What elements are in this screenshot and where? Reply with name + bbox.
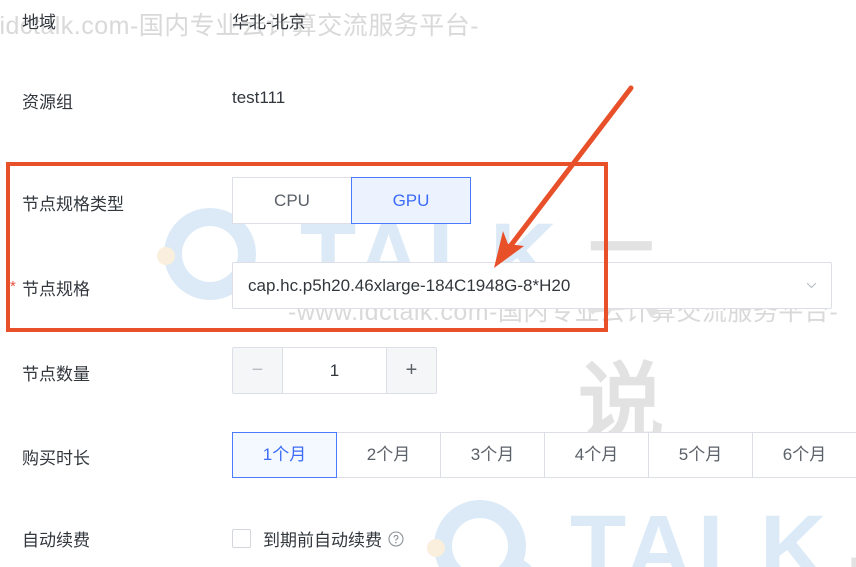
- region-label: 地域: [22, 13, 56, 32]
- node-spec-label: 节点规格: [22, 280, 90, 299]
- node-count-increment-button[interactable]: +: [386, 348, 436, 393]
- spec-type-segmented-control[interactable]: CPU GPU: [232, 177, 471, 224]
- duration-tab-6[interactable]: 6个月: [752, 432, 856, 478]
- spec-type-option-gpu[interactable]: GPU: [351, 177, 471, 224]
- form-row-node-spec: * 节点规格 cap.hc.p5h20.46xlarge-184C1948G-8…: [0, 262, 856, 310]
- node-spec-selected-value: cap.hc.p5h20.46xlarge-184C1948G-8*H20: [248, 276, 571, 295]
- form-row-region: 地域 华北-北京: [0, 0, 856, 48]
- watermark-logo-cn: 云说: [578, 231, 666, 452]
- duration-tab-5[interactable]: 5个月: [648, 432, 753, 478]
- resource-group-label: 资源组: [22, 93, 73, 112]
- auto-renew-label: 自动续费: [22, 531, 90, 550]
- node-spec-select[interactable]: cap.hc.p5h20.46xlarge-184C1948G-8*H20: [232, 262, 832, 309]
- question-circle-icon[interactable]: [388, 530, 404, 547]
- form-row-spec-type: 节点规格类型 CPU GPU: [0, 177, 856, 225]
- form-row-resource-group: 资源组 test111: [0, 80, 856, 128]
- node-count-stepper[interactable]: − 1 +: [232, 347, 437, 394]
- form-row-node-count: 节点数量 − 1 +: [0, 347, 856, 395]
- spec-type-option-cpu[interactable]: CPU: [232, 177, 352, 224]
- duration-tab-3[interactable]: 3个月: [440, 432, 545, 478]
- duration-tab-1[interactable]: 1个月: [232, 432, 337, 478]
- chevron-down-icon: [806, 282, 817, 289]
- duration-tab-4[interactable]: 4个月: [544, 432, 649, 478]
- resource-group-value: test111: [232, 88, 286, 107]
- region-value: 华北-北京: [232, 13, 306, 32]
- purchase-config-form: .idctalk.com-国内专业云计算交流服务平台- -www.idctalk…: [0, 0, 856, 567]
- form-row-auto-renew: 自动续费 到期前自动续费: [0, 524, 856, 567]
- node-count-label: 节点数量: [22, 365, 90, 384]
- auto-renew-checkbox[interactable]: [232, 529, 251, 548]
- node-count-decrement-button[interactable]: −: [233, 348, 283, 393]
- spec-type-label: 节点规格类型: [22, 195, 124, 214]
- duration-label: 购买时长: [22, 449, 90, 468]
- auto-renew-checkbox-label: 到期前自动续费: [263, 531, 382, 550]
- duration-tab-group[interactable]: 1个月 2个月 3个月 4个月 5个月 6个月: [232, 432, 856, 478]
- node-count-input[interactable]: 1: [283, 348, 386, 393]
- duration-tab-2[interactable]: 2个月: [336, 432, 441, 478]
- node-spec-required-marker: *: [10, 278, 16, 295]
- auto-renew-checkbox-wrap[interactable]: 到期前自动续费: [232, 526, 404, 551]
- form-row-duration: 购买时长 1个月 2个月 3个月 4个月 5个月 6个月: [0, 432, 856, 480]
